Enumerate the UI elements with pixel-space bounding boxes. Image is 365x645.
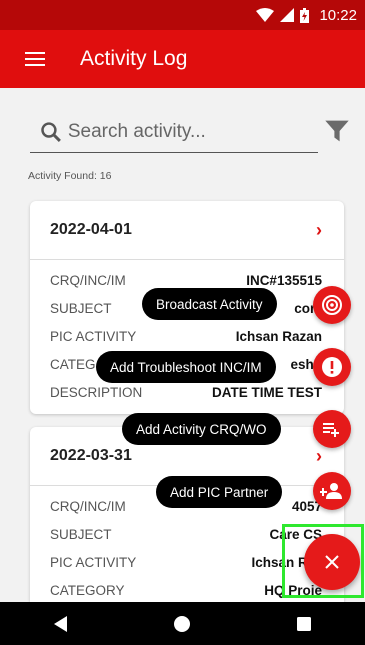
search-field[interactable] xyxy=(30,112,318,153)
search-input[interactable] xyxy=(65,120,318,144)
app-bar: Activity Log xyxy=(0,30,365,88)
search-row xyxy=(30,112,350,154)
person-add-icon xyxy=(320,483,342,499)
add-activity-label[interactable]: Add Activity CRQ/WO xyxy=(122,413,281,445)
add-activity-button[interactable] xyxy=(313,410,351,448)
activity-card[interactable]: 2022-03-31 › CRQ/INC/IM 4057 SUBJECT Care … xyxy=(30,427,344,602)
playlist-add-icon xyxy=(323,423,339,437)
status-bar: 10:22 xyxy=(0,0,365,30)
hamburger-menu-icon xyxy=(25,52,45,66)
chevron-right-icon[interactable]: › xyxy=(316,446,322,467)
home-button[interactable] xyxy=(162,604,202,644)
recents-button[interactable] xyxy=(284,604,324,644)
card-header: 2022-04-01 › xyxy=(30,201,344,260)
page-title: Activity Log xyxy=(80,47,188,70)
battery-icon xyxy=(300,7,310,23)
system-nav-bar xyxy=(0,602,365,645)
clock: 10:22 xyxy=(319,6,357,24)
broadcast-activity-button[interactable] xyxy=(313,286,351,324)
card-row: PIC ACTIVITY Ichsan Raz xyxy=(50,554,322,570)
card-date: 2022-03-31 xyxy=(50,447,132,464)
search-icon xyxy=(41,122,61,142)
back-triangle-icon xyxy=(53,615,67,632)
add-pic-partner-button[interactable] xyxy=(313,472,351,510)
add-pic-partner-label[interactable]: Add PIC Partner xyxy=(156,476,283,508)
card-row: PIC ACTIVITY Ichsan Razan xyxy=(50,328,322,344)
card-row: SUBJECT Care CS xyxy=(50,526,322,542)
close-fab-button[interactable] xyxy=(304,534,360,590)
menu-button[interactable] xyxy=(0,30,70,88)
card-date: 2022-04-01 xyxy=(50,221,132,238)
signal-icon xyxy=(280,8,295,22)
close-icon xyxy=(325,555,339,569)
wifi-icon xyxy=(256,8,275,22)
back-button[interactable] xyxy=(41,604,81,644)
recents-square-icon xyxy=(297,616,312,631)
filter-icon[interactable] xyxy=(324,118,350,144)
add-troubleshoot-label[interactable]: Add Troubleshoot INC/IM xyxy=(96,351,276,383)
broadcast-activity-label[interactable]: Broadcast Activity xyxy=(142,288,277,320)
broadcast-icon xyxy=(322,295,342,315)
chevron-right-icon[interactable]: › xyxy=(316,220,322,241)
activity-count: Activity Found: 16 xyxy=(28,170,112,182)
alert-icon xyxy=(322,357,342,377)
home-circle-icon xyxy=(174,615,191,632)
card-row: CATEGORY HQ Proje xyxy=(50,582,322,598)
add-troubleshoot-button[interactable] xyxy=(313,348,351,386)
